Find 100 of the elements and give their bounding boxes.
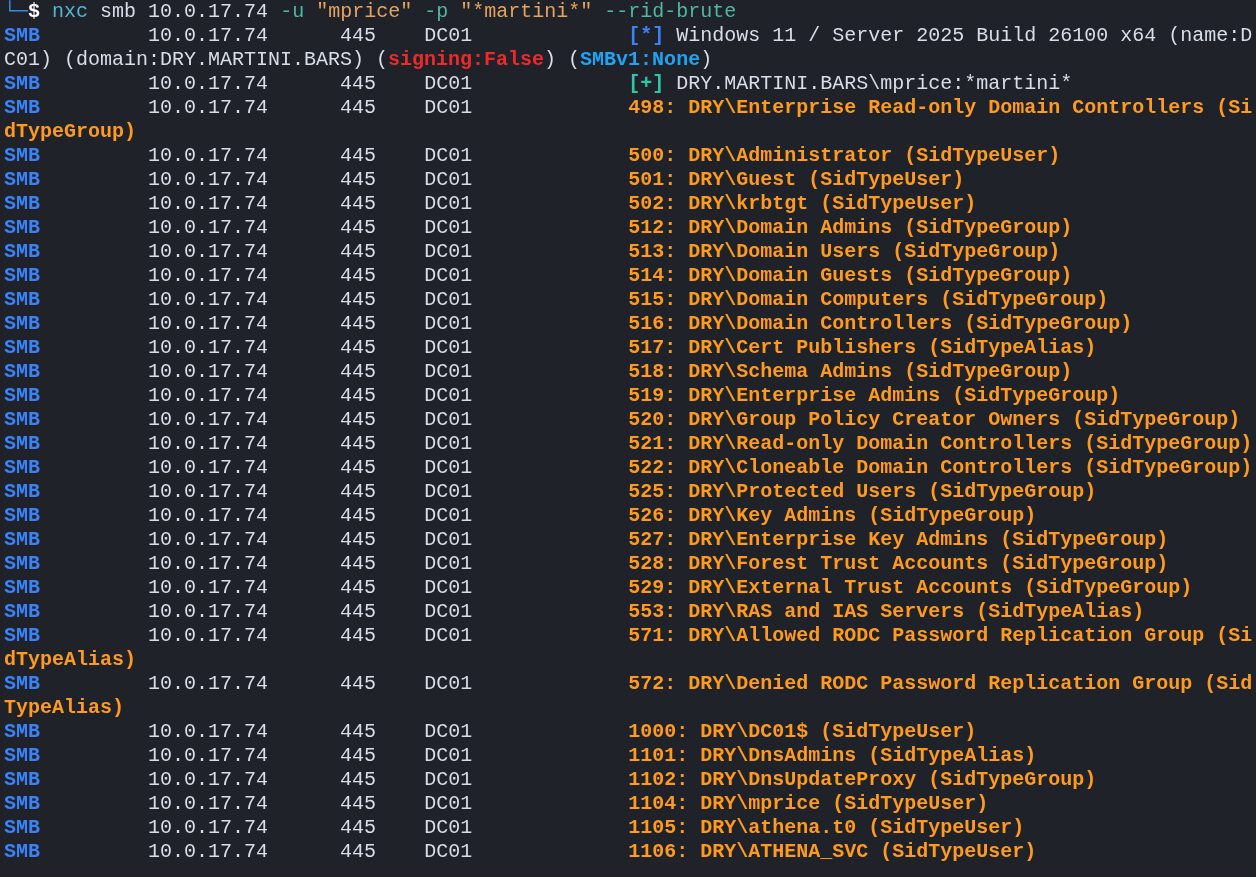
status-marker: [*]: [628, 24, 665, 47]
host-address: 10.0.17.74: [148, 216, 269, 239]
port-number: 445: [340, 336, 377, 359]
log-message: 1104: DRY\mprice (SidTypeUser): [628, 792, 989, 815]
log-message: 517: DRY\Cert Publishers (SidTypeAlias): [628, 336, 1097, 359]
host-address: 10.0.17.74: [148, 792, 269, 815]
log-message: 512: DRY\Domain Admins (SidTypeGroup): [628, 216, 1073, 239]
port-number: 445: [340, 408, 377, 431]
port-number: 445: [340, 360, 377, 383]
log-message: Windows 11 / Server 2025 Build 26100 x64 (name:D: [676, 24, 1253, 47]
host-name: DC01: [424, 360, 473, 383]
port-number: 445: [340, 600, 377, 623]
protocol-label: SMB: [4, 336, 40, 359]
log-message: DRY.MARTINI.BARS\mprice:*martini*: [676, 72, 1073, 95]
host-address: 10.0.17.74: [148, 192, 269, 215]
port-number: 445: [340, 744, 377, 767]
protocol-label: SMB: [4, 264, 40, 287]
protocol-label: SMB: [4, 792, 40, 815]
port-number: 445: [340, 456, 377, 479]
host-address: 10.0.17.74: [148, 504, 269, 527]
log-message: 525: DRY\Protected Users (SidTypeGroup): [628, 480, 1097, 503]
protocol-label: SMB: [4, 216, 40, 239]
host-address: 10.0.17.74: [148, 816, 269, 839]
log-message: 1105: DRY\athena.t0 (SidTypeUser): [628, 816, 1025, 839]
port-number: 445: [340, 384, 377, 407]
protocol-label: SMB: [4, 360, 40, 383]
host-address: 10.0.17.74: [148, 264, 269, 287]
port-number: 445: [340, 672, 377, 695]
log-message: 572: DRY\Denied RODC Password Replication Group (Sid: [628, 672, 1253, 695]
log-message: 500: DRY\Administrator (SidTypeUser): [628, 144, 1061, 167]
protocol-label: SMB: [4, 288, 40, 311]
log-message: 521: DRY\Read-only Domain Controllers (SidTypeGroup): [628, 432, 1253, 455]
log-message: 571: DRY\Allowed RODC Password Replication Group (Si: [628, 624, 1253, 647]
port-number: 445: [340, 576, 377, 599]
protocol-label: SMB: [4, 528, 40, 551]
host-name: DC01: [424, 624, 473, 647]
port-number: 445: [340, 192, 377, 215]
protocol-label: SMB: [4, 720, 40, 743]
host-name: DC01: [424, 24, 473, 47]
wrapped-text: C01) (domain:DRY.MARTINI.BARS) (signing:False) (SMBv1:None): [4, 48, 713, 72]
port-number: 445: [340, 168, 377, 191]
host-name: DC01: [424, 384, 473, 407]
host-name: DC01: [424, 744, 473, 767]
protocol-label: SMB: [4, 432, 40, 455]
wrapped-text: dTypeAlias): [4, 648, 137, 672]
log-message: 519: DRY\Enterprise Admins (SidTypeGroup): [628, 384, 1121, 407]
log-message: 522: DRY\Cloneable Domain Controllers (SidTypeGroup): [628, 456, 1253, 479]
protocol-label: SMB: [4, 552, 40, 575]
log-message: 502: DRY\krbtgt (SidTypeUser): [628, 192, 977, 215]
host-name: DC01: [424, 720, 473, 743]
log-message: 526: DRY\Key Admins (SidTypeGroup): [628, 504, 1037, 527]
host-address: 10.0.17.74: [148, 96, 269, 119]
host-name: DC01: [424, 768, 473, 791]
port-number: 445: [340, 96, 377, 119]
host-name: DC01: [424, 408, 473, 431]
host-name: DC01: [424, 480, 473, 503]
log-message: 1101: DRY\DnsAdmins (SidTypeAlias): [628, 744, 1037, 767]
port-number: 445: [340, 792, 377, 815]
host-name: DC01: [424, 144, 473, 167]
protocol-label: SMB: [4, 624, 40, 647]
host-name: DC01: [424, 576, 473, 599]
host-name: DC01: [424, 336, 473, 359]
protocol-label: SMB: [4, 408, 40, 431]
host-name: DC01: [424, 72, 473, 95]
port-number: 445: [340, 312, 377, 335]
protocol-label: SMB: [4, 768, 40, 791]
protocol-label: SMB: [4, 72, 40, 95]
host-address: 10.0.17.74: [148, 336, 269, 359]
protocol-label: SMB: [4, 240, 40, 263]
host-name: DC01: [424, 96, 473, 119]
prompt-symbol: └─$: [4, 0, 41, 23]
protocol-label: SMB: [4, 384, 40, 407]
log-message: 1102: DRY\DnsUpdateProxy (SidTypeGroup): [628, 768, 1097, 791]
host-name: DC01: [424, 288, 473, 311]
port-number: 445: [340, 720, 377, 743]
host-address: 10.0.17.74: [148, 528, 269, 551]
protocol-label: SMB: [4, 480, 40, 503]
host-address: 10.0.17.74: [148, 840, 269, 863]
command-text: nxc smb 10.0.17.74 -u "mprice" -p "*martini*" --rid-brute: [52, 0, 737, 23]
host-address: 10.0.17.74: [148, 456, 269, 479]
protocol-label: SMB: [4, 504, 40, 527]
log-message: 516: DRY\Domain Controllers (SidTypeGroup): [628, 312, 1133, 335]
protocol-label: SMB: [4, 600, 40, 623]
host-name: DC01: [424, 312, 473, 335]
host-name: DC01: [424, 792, 473, 815]
log-message: 518: DRY\Schema Admins (SidTypeGroup): [628, 360, 1073, 383]
log-message: 501: DRY\Guest (SidTypeUser): [628, 168, 965, 191]
protocol-label: SMB: [4, 744, 40, 767]
port-number: 445: [340, 144, 377, 167]
wrapped-text: TypeAlias): [4, 696, 125, 720]
host-address: 10.0.17.74: [148, 672, 269, 695]
port-number: 445: [340, 528, 377, 551]
protocol-label: SMB: [4, 24, 40, 47]
host-address: 10.0.17.74: [148, 384, 269, 407]
protocol-label: SMB: [4, 96, 40, 119]
host-name: DC01: [424, 192, 473, 215]
host-address: 10.0.17.74: [148, 576, 269, 599]
host-address: 10.0.17.74: [148, 288, 269, 311]
protocol-label: SMB: [4, 144, 40, 167]
host-name: DC01: [424, 552, 473, 575]
